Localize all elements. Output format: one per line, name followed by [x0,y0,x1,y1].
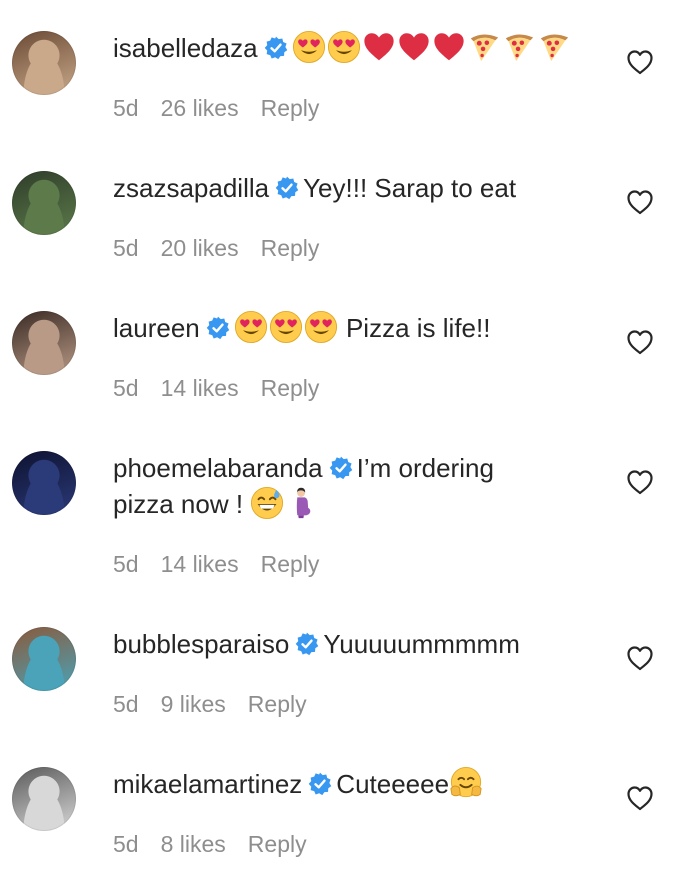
red-heart-emoji [397,30,431,64]
verified-badge-icon [206,316,230,340]
comment-text: laureen Pizza is life!! [113,310,603,346]
comment-time: 5d [113,691,139,717]
avatar[interactable] [12,311,76,375]
pregnant-woman-emoji [285,486,319,520]
comment-body-line-2: pizza now ! [113,489,244,519]
comment-time: 5d [113,95,139,121]
red-heart-emoji [362,30,396,64]
comment-text: zsazsapadilla Yey!!! Sarap to eat [113,170,603,206]
like-heart-icon[interactable] [626,189,654,215]
comment-text: phoemelabaranda I’m ordering pizza now ! [113,450,603,522]
avatar[interactable] [12,767,76,831]
comment-body: Yuuuuummmmm [323,629,520,659]
comment-body: Cuteeeee [336,769,450,799]
reply-button[interactable]: Reply [261,375,320,401]
username-link[interactable]: phoemelabaranda [113,453,323,483]
likes-count[interactable]: 8 likes [161,831,226,857]
avatar[interactable] [12,627,76,691]
likes-count[interactable]: 9 likes [161,691,226,717]
comment-body: Pizza is life!! [345,313,491,343]
likes-count[interactable]: 26 likes [161,95,239,121]
comment-time: 5d [113,375,139,401]
comment-body-line-1: I’m ordering [356,453,494,483]
reply-button[interactable]: Reply [261,551,320,577]
heart-eyes-emoji [292,30,326,64]
hugging-face-emoji [449,766,483,800]
like-heart-icon[interactable] [626,329,654,355]
heart-eyes-emoji [269,310,303,344]
pizza-emoji [537,30,571,64]
verified-badge-icon [329,456,353,480]
avatar[interactable] [12,31,76,95]
username-link[interactable]: zsazsapadilla [113,173,269,203]
like-heart-icon[interactable] [626,645,654,671]
heart-eyes-emoji [304,310,338,344]
reply-button[interactable]: Reply [261,95,320,121]
reply-button[interactable]: Reply [248,831,307,857]
avatar[interactable] [12,451,76,515]
likes-count[interactable]: 20 likes [161,235,239,261]
heart-eyes-emoji [327,30,361,64]
verified-badge-icon [295,632,319,656]
red-heart-emoji [432,30,466,64]
likes-count[interactable]: 14 likes [161,375,239,401]
username-link[interactable]: laureen [113,313,200,343]
comment-text: isabelledaza [113,30,603,66]
comment-time: 5d [113,551,139,577]
like-heart-icon[interactable] [626,785,654,811]
like-heart-icon[interactable] [626,49,654,75]
pizza-emoji [502,30,536,64]
comment-meta: 5d 26 likes Reply [113,95,341,122]
reply-button[interactable]: Reply [248,691,307,717]
pizza-emoji [467,30,501,64]
username-link[interactable]: bubblesparaiso [113,629,289,659]
comment-time: 5d [113,235,139,261]
username-link[interactable]: isabelledaza [113,33,258,63]
like-heart-icon[interactable] [626,469,654,495]
comment-text: mikaelamartinez Cuteeeee [113,766,603,802]
reply-button[interactable]: Reply [261,235,320,261]
verified-badge-icon [264,36,288,60]
comment-meta: 5d 9 likes Reply [113,691,329,718]
comment-meta: 5d 8 likes Reply [113,831,329,858]
comment-meta: 5d 14 likes Reply [113,375,341,402]
verified-badge-icon [308,772,332,796]
username-link[interactable]: mikaelamartinez [113,769,302,799]
avatar[interactable] [12,171,76,235]
likes-count[interactable]: 14 likes [161,551,239,577]
comment-time: 5d [113,831,139,857]
comment-meta: 5d 14 likes Reply [113,551,341,578]
comment-text: bubblesparaiso Yuuuuummmmm [113,626,603,662]
comment-meta: 5d 20 likes Reply [113,235,341,262]
heart-eyes-emoji [234,310,268,344]
verified-badge-icon [275,176,299,200]
comment-body: Yey!!! Sarap to eat [303,173,517,203]
grinning-sweat-emoji [250,486,284,520]
